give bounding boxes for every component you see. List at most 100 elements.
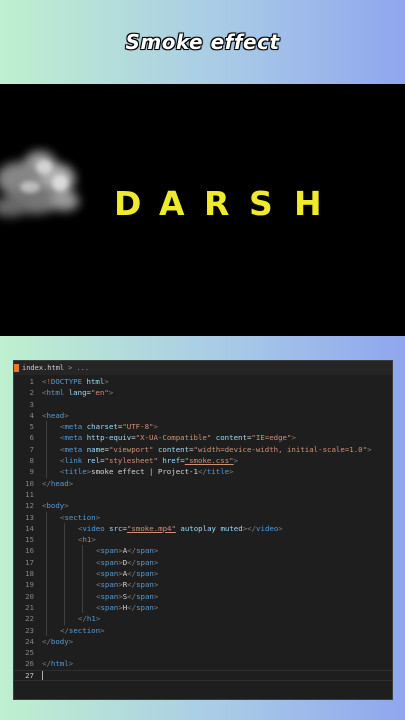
code-token: </ <box>127 591 137 601</box>
line-source: <meta charset="UTF-8"> <box>42 421 158 433</box>
line-number: 1 <box>29 377 34 386</box>
code-token: rel <box>86 456 101 466</box>
code-token: "smoke.css" <box>184 456 234 466</box>
line-number: 26 <box>25 659 34 669</box>
line-source: </section> <box>42 624 105 636</box>
code-line[interactable]: 25 <box>14 647 392 658</box>
code-token: span <box>136 569 154 579</box>
code-token: head <box>50 478 69 488</box>
line-source: <section> <box>42 511 100 523</box>
code-token: autoplay <box>180 523 216 533</box>
code-line[interactable]: 8 <link rel="stylesheet" href="smoke.css"… <box>14 455 392 467</box>
line-source: <h1> <box>42 534 96 546</box>
code-token: html <box>46 388 65 398</box>
indent-guide <box>82 579 83 591</box>
code-line[interactable]: 3 <box>14 399 392 410</box>
code-area[interactable]: 1 <!DOCTYPE html> 2 <html lang="en"> 3 4 <head… <box>14 375 392 682</box>
line-source <box>42 670 43 680</box>
line-source: <span>A</span> <box>42 568 159 580</box>
code-line[interactable]: 7 <meta name="viewport" content="width=de… <box>14 443 392 456</box>
indent-guide <box>64 556 65 569</box>
code-line[interactable]: 12 <body> <box>14 500 392 511</box>
line-source: <meta name="viewport" content="width=dev… <box>42 443 372 456</box>
code-line[interactable]: 5 <meta charset="UTF-8"> <box>14 421 392 433</box>
code-line[interactable]: 15 <h1> <box>14 534 392 546</box>
code-token: http-equiv <box>86 433 132 443</box>
line-number: 25 <box>25 648 34 658</box>
line-source: <link rel="stylesheet" href="smoke.css"> <box>42 455 239 467</box>
indent-guide <box>82 568 83 580</box>
code-editor[interactable]: index.html > ... 1 <!DOCTYPE html> 2 <html … <box>13 360 393 700</box>
code-line[interactable]: 9 <title>smoke effect | Project-1</title> <box>14 466 392 478</box>
code-line[interactable]: 13 <section> <box>14 511 392 523</box>
code-token: title <box>206 467 230 477</box>
indent-guide <box>46 522 47 535</box>
indent-guide <box>82 601 83 614</box>
code-token: <! <box>42 377 51 386</box>
code-token: > <box>104 377 109 386</box>
indent-guide <box>46 443 47 456</box>
code-token: > <box>68 636 74 646</box>
code-line[interactable]: 26 </html> <box>14 658 392 669</box>
code-token: > <box>153 602 159 612</box>
tab-index-html[interactable]: index.html <box>22 364 64 372</box>
code-token: </ <box>78 614 87 624</box>
line-number: 2 <box>29 388 34 398</box>
code-line[interactable]: 1 <!DOCTYPE html> <box>14 376 392 387</box>
code-token: </ <box>127 557 137 567</box>
code-token: html <box>86 377 105 386</box>
code-token: </ <box>42 636 51 646</box>
code-token: span <box>100 602 119 612</box>
code-token: > <box>153 569 159 579</box>
code-line[interactable]: 10 </head> <box>14 478 392 489</box>
code-line[interactable]: 11 <box>14 489 392 500</box>
code-token: > <box>229 467 234 477</box>
code-line[interactable]: 4 <head> <box>14 410 392 421</box>
code-line[interactable]: 27 <box>14 669 392 682</box>
code-token: src <box>109 523 123 533</box>
code-token: meta <box>64 444 83 454</box>
code-token: span <box>100 569 119 579</box>
code-token: "UTF-8" <box>122 422 154 432</box>
line-source: <head> <box>42 410 69 421</box>
line-number: 24 <box>25 636 34 646</box>
code-line[interactable]: 21 <span>H</span> <box>14 601 392 614</box>
line-source: </h1> <box>42 613 100 625</box>
html-file-icon <box>14 364 19 372</box>
line-source: </head> <box>42 478 73 489</box>
code-token: html <box>50 659 69 669</box>
smoke-cloud <box>0 151 79 217</box>
code-line[interactable]: 14 <video src="smoke.mp4" autoplay muted>… <box>14 522 392 535</box>
code-token: title <box>64 467 87 477</box>
code-token: </ <box>127 546 137 556</box>
code-line[interactable]: 17 <span>D</span> <box>14 556 392 569</box>
code-line[interactable]: 18 <span>A</span> <box>14 568 392 580</box>
code-token: charset <box>86 422 118 432</box>
code-line[interactable]: 6 <meta http-equiv="X-UA-Compatible" cont… <box>14 432 392 444</box>
indent-guide <box>64 590 65 602</box>
code-token: name <box>86 444 105 454</box>
code-line[interactable]: 16 <span>A</span> <box>14 545 392 557</box>
breadcrumb-more[interactable]: ... <box>76 364 89 372</box>
code-token: muted <box>220 523 243 533</box>
indent-guide <box>46 421 47 433</box>
indent-guide <box>46 613 47 625</box>
indent-guide <box>46 455 47 467</box>
line-source: <span>R</span> <box>42 579 158 591</box>
code-line[interactable]: 24 </body> <box>14 636 392 647</box>
line-number: 4 <box>29 410 34 420</box>
code-token: smoke effect | Project-1 <box>91 467 198 477</box>
code-line[interactable]: 20 <span>S</span> <box>14 590 392 602</box>
letter: H <box>294 184 322 223</box>
code-token: > <box>91 535 96 545</box>
code-token: meta <box>64 422 83 432</box>
code-line[interactable]: 2 <html lang="en"> <box>14 387 392 398</box>
line-source: <span>S</span> <box>42 590 158 602</box>
code-token: > <box>233 456 239 466</box>
code-token: span <box>136 591 154 601</box>
line-source: <span>H</span> <box>42 601 159 614</box>
code-line[interactable]: 23 </section> <box>14 624 392 636</box>
code-line[interactable]: 22 </h1> <box>14 613 392 625</box>
line-source: <span>A</span> <box>42 545 158 557</box>
code-line[interactable]: 19 <span>R</span> <box>14 579 392 591</box>
